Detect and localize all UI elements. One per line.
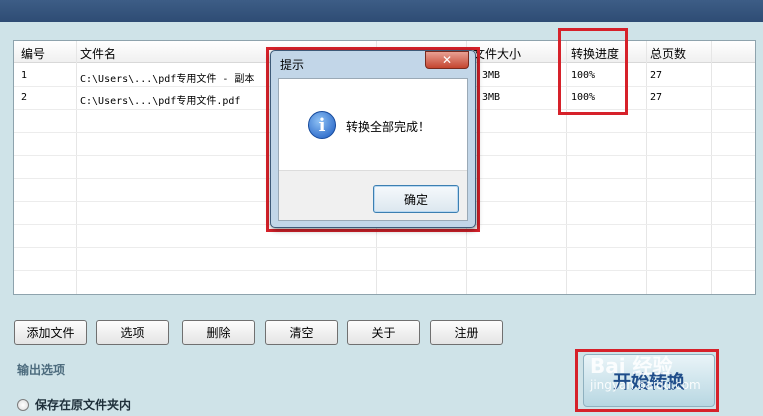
column-header-pages[interactable]: 总页数 — [650, 45, 686, 62]
row-divider — [14, 270, 755, 271]
info-icon: i — [308, 111, 336, 139]
column-divider — [76, 41, 77, 294]
table-row-2-size: 3MB — [482, 92, 501, 103]
save-original-label: 保存在原文件夹内 — [35, 398, 132, 412]
table-row-1-size: 3MB — [482, 70, 501, 81]
dialog-message: 转换全部完成！ — [346, 120, 431, 134]
save-original-radio[interactable] — [17, 398, 29, 411]
save-original-option[interactable]: 保存在原文件夹内 — [17, 396, 131, 413]
dialog-body: i 转换全部完成！ 确定 — [278, 78, 468, 221]
dialog-ok-button[interactable]: 确定 — [373, 185, 459, 213]
table-row-2-pages: 27 — [650, 92, 663, 103]
options-button[interactable]: 选项 — [96, 320, 169, 345]
clear-button[interactable]: 清空 — [265, 320, 338, 345]
about-button[interactable]: 关于 — [347, 320, 420, 345]
table-row-1-id: 1 — [21, 70, 28, 81]
register-button[interactable]: 注册 — [430, 320, 503, 345]
output-options-label: 输出选项 — [17, 363, 66, 377]
row-divider — [14, 247, 755, 248]
table-row-2-id: 2 — [21, 92, 28, 103]
add-file-button[interactable]: 添加文件 — [14, 320, 87, 345]
completion-dialog: 提示 ✕ i 转换全部完成！ 确定 — [270, 50, 476, 228]
dialog-title: 提示 — [280, 58, 305, 72]
table-row-1-filename: C:\Users\...\pdf专用文件 - 副本 — [80, 74, 255, 85]
delete-button[interactable]: 删除 — [182, 320, 255, 345]
highlight-progress-column — [558, 28, 628, 115]
column-header-id[interactable]: 编号 — [21, 45, 45, 62]
table-row-1-pages: 27 — [650, 70, 663, 81]
table-row-2-filename: C:\Users\...\pdf专用文件.pdf — [80, 96, 241, 107]
column-header-size[interactable]: 文件大小 — [473, 45, 521, 62]
window-title-strip — [0, 0, 763, 22]
highlight-start-button — [575, 349, 719, 412]
column-divider — [711, 41, 712, 294]
column-divider — [646, 41, 647, 294]
column-header-filename[interactable]: 文件名 — [80, 45, 116, 62]
dialog-close-button[interactable]: ✕ — [425, 51, 469, 69]
